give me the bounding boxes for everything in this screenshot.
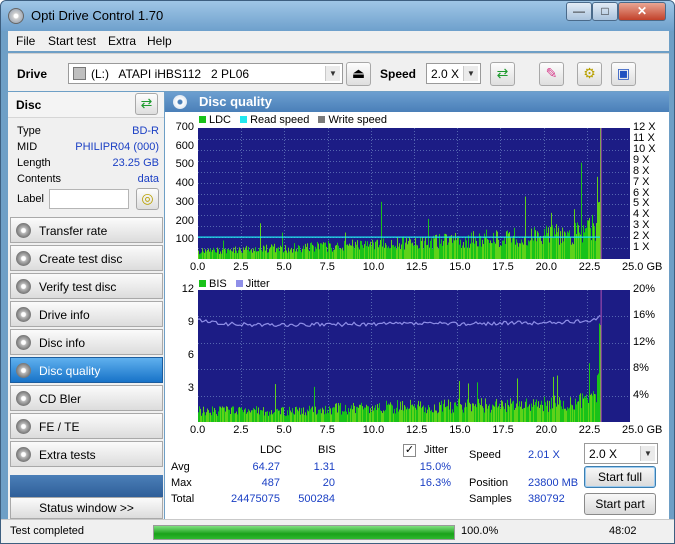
speed-value: 2.01 X <box>528 449 560 461</box>
max-label: Max <box>171 477 192 489</box>
disc-icon <box>16 419 31 434</box>
nav-extra-tests[interactable]: Extra tests <box>10 441 163 467</box>
eject-button[interactable]: ⏏ <box>346 62 371 86</box>
stats-panel: LDC BIS ✓ Jitter Avg 64.27 1.31 15.0% Ma… <box>165 92 669 519</box>
nav-create-test-disc[interactable]: Create test disc <box>10 245 163 271</box>
progress-fill <box>154 526 454 539</box>
chevron-down-icon[interactable]: ▼ <box>640 446 655 461</box>
samples-label: Samples <box>469 493 512 505</box>
refresh-icon[interactable]: ⇄ <box>490 62 515 86</box>
total-bis: 500284 <box>298 493 335 505</box>
speed-select-value: 2.0 X <box>431 67 460 81</box>
toolbar: Drive (L:) ATAPI iHBS112 2 PL06 ▼ ⏏ Spee… <box>8 53 669 91</box>
max-jitter: 16.3% <box>419 477 451 489</box>
minimize-button[interactable]: — <box>566 2 592 21</box>
disc-icon <box>16 391 31 406</box>
start-full-button[interactable]: Start full <box>584 466 656 488</box>
save-icon[interactable]: ▣ <box>611 62 636 86</box>
col-jitter-header: Jitter <box>424 444 448 456</box>
nav-disc-info[interactable]: Disc info <box>10 329 163 355</box>
eraser-icon[interactable]: ✎ <box>539 62 564 86</box>
window-title: Opti Drive Control 1.70 <box>31 8 164 23</box>
elapsed-time: 48:02 <box>609 525 637 537</box>
avg-bis: 1.31 <box>313 461 335 473</box>
col-ldc-header: LDC <box>260 444 283 456</box>
drive-icon <box>73 67 86 80</box>
disc-icon <box>16 307 31 322</box>
col-bis-header: BIS <box>318 444 336 456</box>
chevron-down-icon[interactable]: ▼ <box>463 66 478 81</box>
title-bar: Opti Drive Control 1.70 — □ ✕ <box>1 1 674 31</box>
position-label: Position <box>469 477 509 489</box>
sidebar: Disc ⇄ Type BD-R MID PHILIPR04 (000) Lengt… <box>8 92 164 519</box>
test-speed-value: 2.0 X <box>589 447 618 461</box>
disc-quality-panel: Disc quality LDC Read speed Write speed … <box>165 92 669 519</box>
settings-icon[interactable]: ⚙ <box>577 62 602 86</box>
nav-spacer <box>10 475 163 497</box>
disc-icon <box>16 223 31 238</box>
status-text: Test completed <box>10 525 84 537</box>
app-disc-icon <box>8 8 24 24</box>
menu-bar: File Start test Extra Help <box>8 31 669 51</box>
menu-help[interactable]: Help <box>147 34 172 48</box>
nav-verify-test-disc[interactable]: Verify test disc <box>10 273 163 299</box>
nav-transfer-rate[interactable]: Transfer rate <box>10 217 163 243</box>
status-window-button[interactable]: Status window >> <box>10 497 163 519</box>
disc-icon <box>16 363 31 378</box>
chevron-down-icon[interactable]: ▼ <box>325 66 340 81</box>
disc-header: Disc ⇄ <box>8 92 164 118</box>
menu-file[interactable]: File <box>16 34 35 48</box>
speed-label: Speed <box>469 449 501 461</box>
nav-drive-info[interactable]: Drive info <box>10 301 163 327</box>
disc-label-icon[interactable]: ◎ <box>136 188 159 210</box>
total-ldc: 24475075 <box>231 493 280 505</box>
nav-cd-bler[interactable]: CD Bler <box>10 385 163 411</box>
status-bar: Test completed 100.0% 48:02 <box>1 519 674 543</box>
nav-disc-quality[interactable]: Disc quality <box>10 357 163 383</box>
avg-ldc: 64.27 <box>252 461 280 473</box>
disc-refresh-icon[interactable]: ⇄ <box>135 93 158 115</box>
disc-title: Disc <box>16 98 42 112</box>
menu-start-test[interactable]: Start test <box>48 34 96 48</box>
drive-select-value: (L:) ATAPI iHBS112 2 PL06 <box>91 67 250 81</box>
disc-icon <box>16 251 31 266</box>
position-value: 23800 MB <box>528 477 579 489</box>
jitter-checkbox[interactable]: ✓ <box>403 444 416 457</box>
progress-bar <box>153 525 455 540</box>
speed-select[interactable]: 2.0 X ▼ <box>426 63 481 84</box>
max-ldc: 487 <box>261 477 280 489</box>
app-window: Opti Drive Control 1.70 — □ ✕ File Start… <box>0 0 675 544</box>
speed-label: Speed <box>380 67 417 81</box>
disc-icon <box>16 447 31 462</box>
nav-fe-te[interactable]: FE / TE <box>10 413 163 439</box>
max-bis: 20 <box>322 477 335 489</box>
maximize-button[interactable]: □ <box>592 2 618 21</box>
close-button[interactable]: ✕ <box>618 2 666 21</box>
samples-value: 380792 <box>528 493 565 505</box>
drive-label: Drive <box>17 67 48 81</box>
start-part-button[interactable]: Start part <box>584 493 656 515</box>
label-input[interactable] <box>49 189 129 209</box>
menu-extra[interactable]: Extra <box>108 34 136 48</box>
disc-icon <box>16 335 31 350</box>
test-speed-select[interactable]: 2.0 X ▼ <box>584 443 658 464</box>
drive-select[interactable]: (L:) ATAPI iHBS112 2 PL06 ▼ <box>68 63 343 84</box>
avg-jitter: 15.0% <box>419 461 451 473</box>
disc-icon <box>16 279 31 294</box>
total-label: Total <box>171 493 195 505</box>
avg-label: Avg <box>171 461 190 473</box>
progress-text: 100.0% <box>461 525 499 537</box>
